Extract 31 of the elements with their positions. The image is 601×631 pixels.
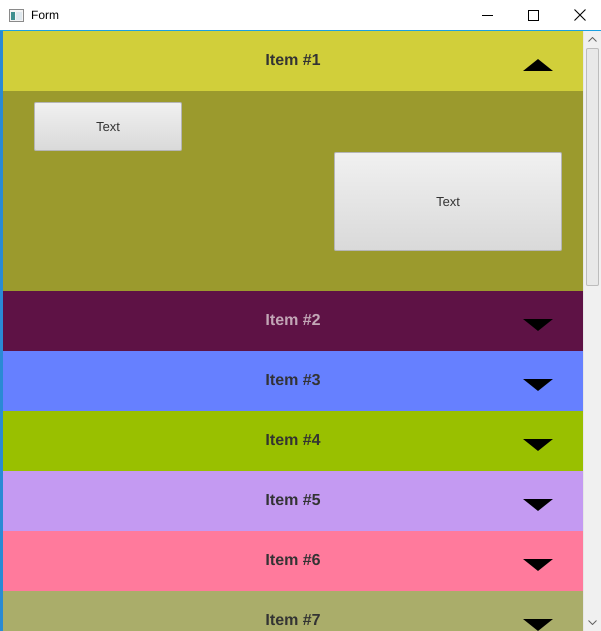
accordion-header-label: Item #1: [265, 51, 321, 71]
expand-arrow-icon[interactable]: [523, 379, 553, 391]
vertical-scrollbar[interactable]: [583, 31, 601, 631]
window-app-icon: [9, 8, 24, 22]
accordion-header-label: Item #3: [265, 371, 321, 391]
expand-arrow-icon[interactable]: [523, 559, 553, 571]
accordion-header[interactable]: Item #7: [3, 591, 583, 631]
maximize-icon[interactable]: [528, 10, 539, 20]
scroll-down-icon[interactable]: [588, 620, 597, 625]
accordion-header[interactable]: Item #4: [3, 411, 583, 471]
accordion-header-label: Item #6: [265, 551, 321, 571]
window-title: Form: [31, 7, 59, 24]
close-icon[interactable]: [574, 9, 586, 21]
accordion-header[interactable]: Item #3: [3, 351, 583, 411]
expand-arrow-icon[interactable]: [523, 439, 553, 451]
accordion-header[interactable]: Item #1: [3, 31, 583, 91]
expand-arrow-icon[interactable]: [523, 619, 553, 631]
scroll-up-icon[interactable]: [588, 37, 597, 42]
accordion-header-label: Item #2: [265, 311, 321, 331]
minimize-icon[interactable]: [482, 14, 493, 16]
collapse-arrow-icon[interactable]: [523, 59, 553, 71]
expand-arrow-icon[interactable]: [523, 499, 553, 511]
accordion-header[interactable]: Item #6: [3, 531, 583, 591]
accordion-header-label: Item #7: [265, 611, 321, 631]
accordion-header[interactable]: Item #5: [3, 471, 583, 531]
text-button[interactable]: Text: [34, 102, 182, 151]
accordion-header-label: Item #5: [265, 491, 321, 511]
accordion-header-label: Item #4: [265, 431, 321, 451]
text-button[interactable]: Text: [334, 152, 562, 251]
scrollbar-thumb[interactable]: [586, 48, 599, 286]
accordion-header[interactable]: Item #2: [3, 291, 583, 351]
